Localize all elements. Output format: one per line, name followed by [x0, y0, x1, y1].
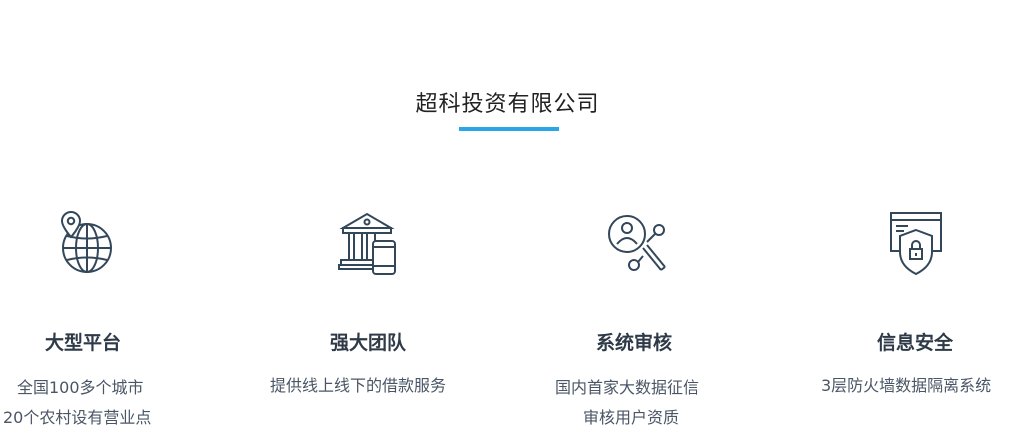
feature-heading: 系统审核 — [596, 332, 673, 354]
feature-desc-line: 全国100多个城市 — [17, 378, 144, 397]
feature-desc-line: 20个农村设有营业点 — [3, 408, 152, 425]
shield-lock-icon — [882, 208, 952, 278]
title-underline — [459, 127, 559, 131]
feature-desc-line: 3层防火墙数据隔离系统 — [821, 376, 992, 395]
globe-location-icon — [51, 208, 121, 278]
user-search-icon — [603, 208, 673, 278]
feature-desc-line: 国内首家大数据征信 — [555, 378, 700, 397]
page-title: 超科投资有限公司 — [415, 92, 600, 117]
bank-mobile-icon — [335, 208, 405, 278]
feature-desc-line: 提供线上线下的借款服务 — [270, 376, 447, 395]
feature-heading: 强大团队 — [330, 332, 407, 354]
feature-heading: 信息安全 — [877, 332, 954, 354]
feature-heading: 大型平台 — [45, 332, 122, 354]
feature-desc-line: 审核用户资质 — [583, 408, 680, 425]
page: 超科投资有限公司 大型平台 全国100多个城市 20个农村设有营业点 强大团队 … — [0, 0, 1015, 425]
